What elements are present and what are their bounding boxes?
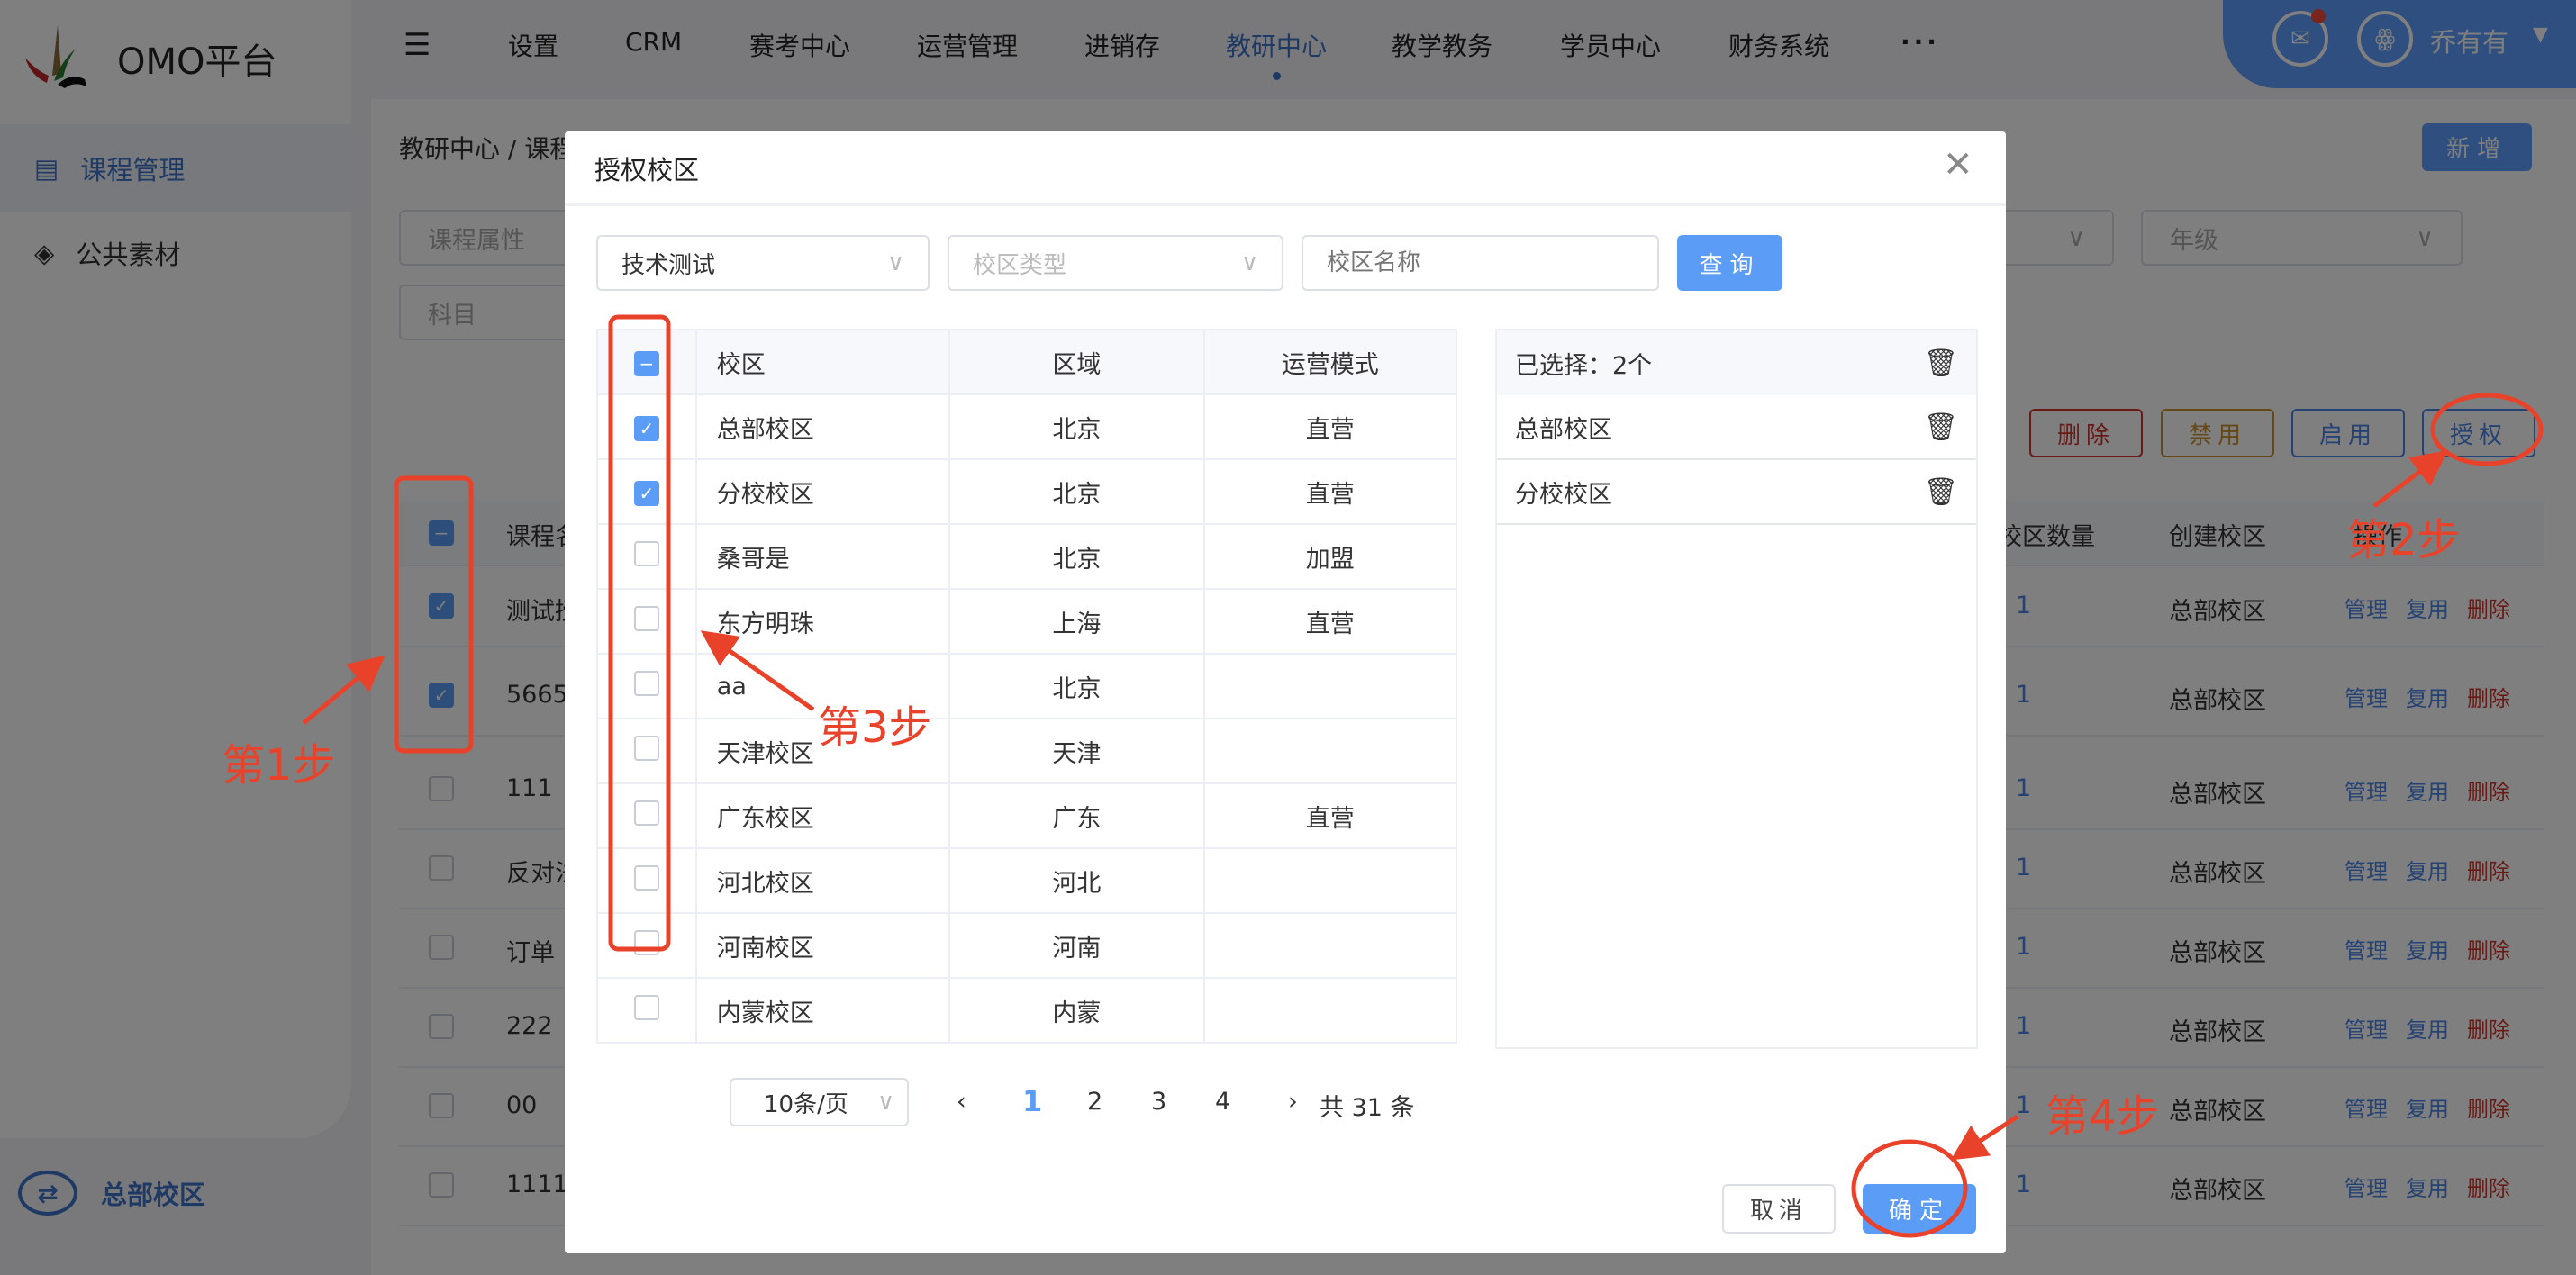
annotation-arrow-step3 xyxy=(700,630,815,712)
annotation-layer xyxy=(302,314,2544,1238)
annotation-circle-step2 xyxy=(2430,393,2544,466)
annotation-box-step3 xyxy=(608,314,671,952)
annotation-box-step1 xyxy=(394,475,474,754)
annotation-step4: 第4步 xyxy=(2045,1091,2160,1142)
annotation-step1: 第1步 xyxy=(222,740,336,791)
annotation-arrow-step4 xyxy=(1950,1114,2019,1161)
annotation-step2: 第2步 xyxy=(2346,515,2461,565)
annotation-step3: 第3步 xyxy=(818,702,932,753)
annotation-arrow-step2 xyxy=(2372,449,2448,508)
annotation-arrow-step1 xyxy=(302,655,385,725)
annotation-circle-step4 xyxy=(1851,1139,1968,1238)
